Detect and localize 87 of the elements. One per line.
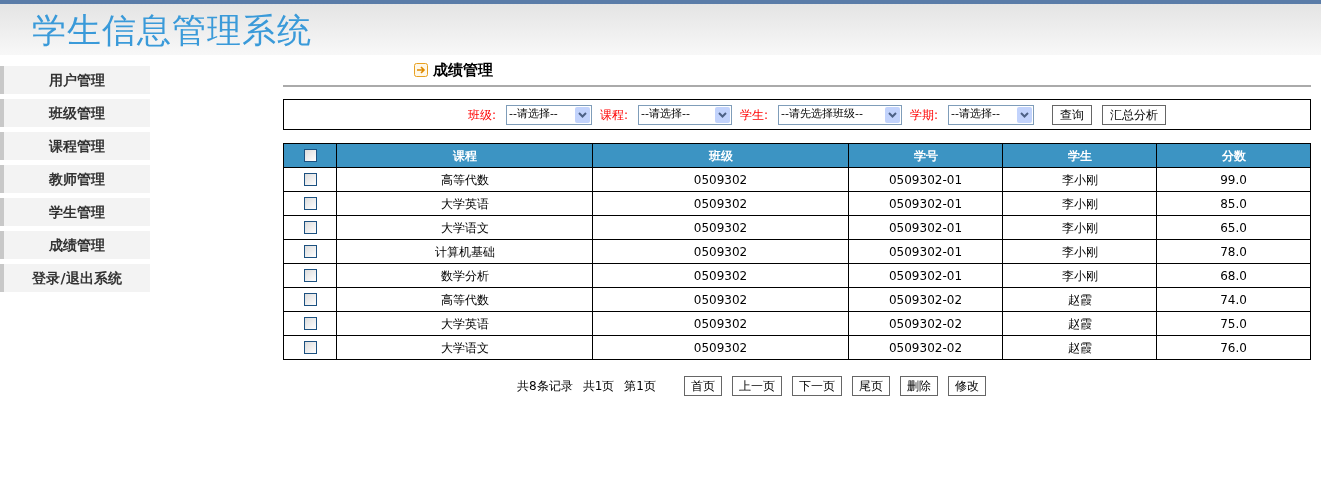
table-cell: 高等代数 — [336, 287, 593, 312]
filter-button[interactable]: 汇总分析 — [1102, 104, 1167, 125]
filter-label: 班级: — [467, 106, 496, 124]
sidebar-item[interactable]: 课程管理 — [0, 132, 150, 160]
table-cell: 计算机基础 — [336, 239, 593, 264]
table-cell: 75.0 — [1156, 311, 1311, 336]
pagination-info: 共1页 — [582, 378, 615, 395]
table-cell: 0509302-01 — [848, 263, 1003, 288]
dropdown[interactable]: --请先选择班级-- — [778, 104, 903, 125]
table-cell: 78.0 — [1156, 239, 1311, 264]
checkbox[interactable] — [303, 269, 317, 282]
table-cell: 李小刚 — [1002, 167, 1157, 192]
dropdown[interactable]: --请选择-- — [948, 104, 1035, 125]
table-cell: 李小刚 — [1002, 191, 1157, 216]
checkbox[interactable] — [303, 293, 317, 306]
table-cell: 76.0 — [1156, 335, 1311, 360]
table-cell: 99.0 — [1156, 167, 1311, 192]
table-cell: 0509302 — [592, 287, 849, 312]
table-cell: 0509302-01 — [848, 167, 1003, 192]
chevron-down-icon — [574, 106, 590, 123]
chevron-down-icon — [715, 106, 730, 123]
column-header: 学生 — [1002, 143, 1157, 168]
column-header: 班级 — [592, 143, 849, 168]
table-cell: 0509302-01 — [848, 191, 1003, 216]
table-cell: 0509302 — [592, 335, 849, 360]
checkbox[interactable] — [303, 149, 317, 162]
table-cell: 0509302 — [592, 239, 849, 264]
pagination-button[interactable]: 删除 — [899, 376, 938, 396]
pagination-button[interactable]: 上一页 — [731, 376, 782, 396]
page-title: 成绩管理 — [433, 59, 493, 81]
arrow-icon — [414, 63, 428, 77]
sidebar-item[interactable]: 班级管理 — [0, 99, 150, 127]
table-cell: 0509302 — [592, 191, 849, 216]
table-cell: 大学英语 — [336, 191, 593, 216]
checkbox[interactable] — [303, 317, 317, 330]
pagination-button[interactable]: 下一页 — [791, 376, 842, 396]
table-cell: 0509302-01 — [848, 239, 1003, 264]
checkbox[interactable] — [303, 341, 317, 354]
table-cell: 0509302 — [592, 311, 849, 336]
table-cell: 0509302 — [592, 167, 849, 192]
filter-label: 学期: — [910, 106, 939, 124]
chevron-down-icon — [885, 106, 901, 123]
pagination-info: 共8条记录 — [517, 378, 573, 395]
pagination-button[interactable]: 尾页 — [851, 376, 890, 396]
pagination-button[interactable]: 修改 — [947, 376, 986, 396]
table-cell: 0509302 — [592, 263, 849, 288]
table-cell: 0509302-01 — [848, 215, 1003, 240]
checkbox[interactable] — [303, 245, 317, 258]
table-cell: 赵霞 — [1002, 311, 1157, 336]
table-cell: 大学英语 — [336, 311, 593, 336]
column-header: 分数 — [1156, 143, 1311, 168]
column-header: 学号 — [848, 143, 1003, 168]
table-cell: 李小刚 — [1002, 239, 1157, 264]
table-cell: 85.0 — [1156, 191, 1311, 216]
checkbox[interactable] — [303, 197, 317, 210]
sidebar-item[interactable]: 学生管理 — [0, 198, 150, 226]
table-cell: 65.0 — [1156, 215, 1311, 240]
table-cell: 0509302-02 — [848, 311, 1003, 336]
table-cell: 李小刚 — [1002, 215, 1157, 240]
checkbox[interactable] — [303, 221, 317, 234]
table-cell: 0509302-02 — [848, 335, 1003, 360]
table-cell: 数学分析 — [336, 263, 593, 288]
filter-button[interactable]: 查询 — [1052, 104, 1093, 125]
dropdown[interactable]: --请选择-- — [505, 104, 592, 125]
dropdown[interactable]: --请选择-- — [638, 104, 732, 125]
system-title: 学生信息管理系统 — [32, 12, 312, 47]
table-cell: 赵霞 — [1002, 335, 1157, 360]
sidebar-item[interactable]: 用户管理 — [0, 66, 150, 94]
table-cell: 大学语文 — [336, 215, 593, 240]
table-cell: 李小刚 — [1002, 263, 1157, 288]
table-cell: 0509302-02 — [848, 287, 1003, 312]
table-cell: 高等代数 — [336, 167, 593, 192]
table-cell: 0509302 — [592, 215, 849, 240]
sidebar-item[interactable]: 成绩管理 — [0, 231, 150, 259]
table-cell: 大学语文 — [336, 335, 593, 360]
column-header: 课程 — [336, 143, 593, 168]
table-cell: 74.0 — [1156, 287, 1311, 312]
filter-label: 课程: — [599, 106, 628, 124]
pagination-info: 第1页 — [624, 378, 656, 395]
chevron-down-icon — [1017, 106, 1033, 123]
table-cell: 68.0 — [1156, 263, 1311, 288]
filter-label: 学生: — [740, 106, 769, 124]
checkbox[interactable] — [303, 173, 317, 186]
sidebar-item[interactable]: 教师管理 — [0, 165, 150, 193]
pagination-button[interactable]: 首页 — [683, 376, 722, 396]
sidebar-item[interactable]: 登录/退出系统 — [0, 264, 150, 292]
table-cell: 赵霞 — [1002, 287, 1157, 312]
